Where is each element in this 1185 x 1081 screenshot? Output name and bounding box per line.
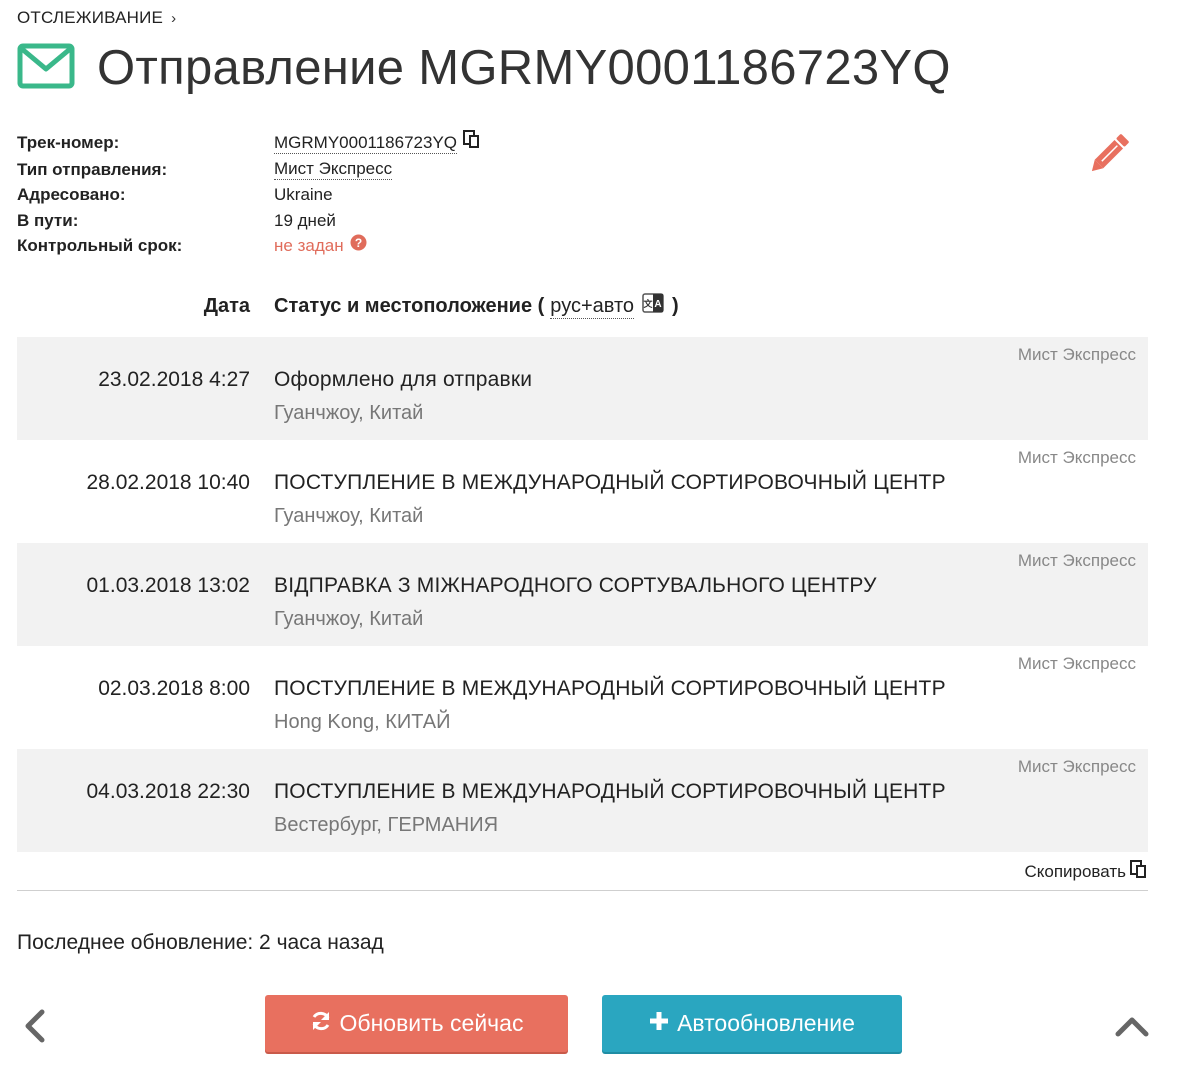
event-row: 01.03.2018 13:02 ВІДПРАВКА З МІЖНАРОДНОГ… — [17, 543, 1148, 646]
address-value: Ukraine — [274, 185, 333, 204]
auto-button-label: Автообновление — [677, 1010, 855, 1036]
event-status: ПОСТУПЛЕНИЕ В МЕЖДУНАРОДНЫЙ СОРТИРОВОЧНЫ… — [274, 780, 946, 803]
track-label: Трек-номер: — [17, 133, 120, 152]
copy-icon — [1130, 860, 1148, 884]
event-location: Гуанчжоу, Китай — [274, 505, 424, 527]
chevron-right-icon: › — [171, 9, 177, 27]
type-label: Тип отправления: — [17, 159, 168, 179]
help-icon[interactable]: ? — [350, 233, 367, 259]
event-carrier: Мист Экспресс — [1017, 757, 1136, 776]
event-carrier: Мист Экспресс — [1017, 551, 1136, 570]
track-number[interactable]: MGRMY0001186723YQ — [274, 133, 458, 154]
svg-text:A: A — [654, 299, 661, 310]
copy-label: Скопировать — [1024, 862, 1126, 881]
refresh-now-button[interactable]: Обновить сейчас — [265, 995, 568, 1052]
transit-label: В пути: — [17, 210, 79, 230]
status-column-header: Статус и местоположение ( — [274, 294, 545, 317]
translate-icon[interactable]: 文 A — [640, 292, 666, 320]
breadcrumb-tracking-link[interactable]: ОТСЛЕЖИВАНИЕ — [17, 8, 163, 28]
scroll-up-arrow-icon[interactable] — [1114, 1014, 1150, 1038]
previous-arrow-icon[interactable] — [22, 1008, 48, 1044]
info-row-transit: В пути: 19 дней — [17, 208, 717, 234]
event-date: 23.02.2018 4:27 — [98, 368, 250, 391]
copy-icon[interactable] — [463, 130, 481, 157]
event-date: 01.03.2018 13:02 — [86, 574, 251, 597]
deadline-label: Контрольный срок: — [17, 236, 183, 255]
breadcrumb: ОТСЛЕЖИВАНИЕ › — [17, 8, 176, 28]
shipment-info: Трек-номер: MGRMY0001186723YQ Тип отправ… — [17, 130, 717, 259]
event-row: 28.02.2018 10:40 ПОСТУПЛЕНИЕ В МЕЖДУНАРО… — [17, 440, 1148, 543]
address-label: Адресовано: — [17, 185, 126, 204]
events-table-header: Дата Статус и местоположение ( рус+авто … — [17, 292, 1148, 320]
refresh-button-label: Обновить сейчас — [339, 1010, 524, 1036]
event-location: Hong Kong, КИТАЙ — [274, 711, 451, 733]
last-update-text: Последнее обновление: 2 часа назад — [17, 931, 384, 954]
events-list: 23.02.2018 4:27 Оформлено для отправки Г… — [17, 337, 1148, 852]
divider — [17, 890, 1148, 891]
event-location: Гуанчжоу, Китай — [274, 608, 424, 630]
page-header: Отправление MGRMY0001186723YQ — [17, 38, 951, 98]
event-carrier: Мист Экспресс — [1017, 448, 1136, 467]
translation-mode-link[interactable]: рус+авто — [550, 294, 635, 319]
event-carrier: Мист Экспресс — [1017, 345, 1136, 364]
event-date: 28.02.2018 10:40 — [86, 471, 251, 494]
refresh-icon — [310, 1010, 332, 1038]
event-row: 02.03.2018 8:00 ПОСТУПЛЕНИЕ В МЕЖДУНАРОД… — [17, 646, 1148, 749]
edit-pencil-icon[interactable] — [1088, 130, 1134, 174]
event-status: ВІДПРАВКА З МІЖНАРОДНОГО СОРТУВАЛЬНОГО Ц… — [274, 574, 877, 597]
info-row-address: Адресовано: Ukraine — [17, 182, 717, 208]
event-date: 04.03.2018 22:30 — [86, 780, 251, 803]
event-location: Гуанчжоу, Китай — [274, 402, 424, 424]
event-status: Оформлено для отправки — [274, 368, 533, 391]
auto-update-button[interactable]: Автообновление — [602, 995, 902, 1052]
tracking-page: ОТСЛЕЖИВАНИЕ › Отправление MGRMY00011867… — [0, 0, 1185, 1081]
event-row: 23.02.2018 4:27 Оформлено для отправки Г… — [17, 337, 1148, 440]
date-column-header: Дата — [203, 294, 250, 317]
svg-text:?: ? — [354, 236, 361, 250]
event-row: 04.03.2018 22:30 ПОСТУПЛЕНИЕ В МЕЖДУНАРО… — [17, 749, 1148, 852]
event-carrier: Мист Экспресс — [1017, 654, 1136, 673]
event-status: ПОСТУПЛЕНИЕ В МЕЖДУНАРОДНЫЙ СОРТИРОВОЧНЫ… — [274, 677, 946, 700]
info-row-type: Тип отправления: Мист Экспресс — [17, 157, 717, 183]
copy-events-link[interactable]: Скопировать — [1024, 860, 1148, 884]
shipment-type-link[interactable]: Мист Экспресс — [274, 159, 393, 180]
envelope-icon — [17, 43, 75, 94]
info-row-deadline: Контрольный срок: не задан ? — [17, 233, 717, 259]
page-title: Отправление MGRMY0001186723YQ — [97, 41, 951, 95]
close-paren: ) — [672, 294, 679, 317]
plus-icon — [649, 1010, 669, 1037]
event-date: 02.03.2018 8:00 — [98, 677, 250, 700]
transit-value: 19 дней — [274, 210, 336, 230]
svg-text:文: 文 — [643, 298, 654, 309]
deadline-value: не задан — [274, 236, 344, 255]
event-location: Вестербург, ГЕРМАНИЯ — [274, 814, 499, 836]
info-row-track: Трек-номер: MGRMY0001186723YQ — [17, 130, 717, 157]
event-status: ПОСТУПЛЕНИЕ В МЕЖДУНАРОДНЫЙ СОРТИРОВОЧНЫ… — [274, 471, 946, 494]
